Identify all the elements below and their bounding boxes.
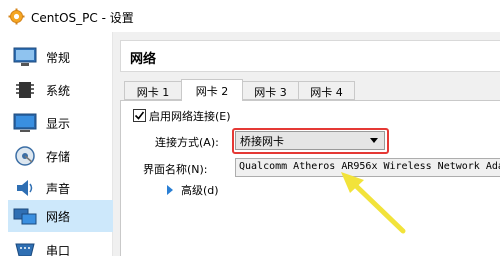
- serial-port-icon: [15, 243, 35, 256]
- section-header: 网络: [120, 40, 500, 72]
- enable-adapter-checkbox[interactable]: [133, 109, 146, 122]
- sidebar-item-network[interactable]: 网络: [8, 200, 113, 232]
- interface-name-value: Qualcomm Atheros AR956x Wireless Network…: [239, 161, 500, 172]
- highlight-box: [232, 128, 389, 154]
- sidebar-item-label: 存储: [46, 150, 71, 164]
- sidebar-item-serial-port[interactable]: 串口: [8, 234, 113, 256]
- sidebar-item-general[interactable]: 常规: [8, 41, 113, 73]
- tab-adapter-2[interactable]: 网卡 2: [181, 79, 243, 101]
- storage-icon: [15, 146, 35, 166]
- interface-name-select[interactable]: Qualcomm Atheros AR956x Wireless Network…: [235, 158, 500, 177]
- checkmark-icon: [134, 111, 145, 120]
- tab-adapter-1[interactable]: 网卡 1: [124, 81, 182, 100]
- enable-adapter-label[interactable]: 启用网络连接(E): [149, 108, 231, 124]
- tab-adapter-4[interactable]: 网卡 4: [298, 81, 355, 100]
- audio-icon: [17, 180, 33, 196]
- app-gear-icon: [8, 8, 25, 25]
- sidebar-item-display[interactable]: 显示: [8, 107, 113, 139]
- tab-adapter-3[interactable]: 网卡 3: [242, 81, 299, 100]
- title-bar: CentOS_PC - 设置: [0, 0, 500, 32]
- display-icon: [13, 113, 37, 132]
- expand-arrow-icon: [167, 185, 173, 195]
- network-icon: [13, 208, 37, 225]
- window-title: CentOS_PC - 设置: [31, 11, 134, 25]
- attached-to-label: 连接方式(A):: [155, 136, 219, 149]
- settings-sidebar: 常规 系统 显示 存储 声音 网络 串口: [0, 32, 113, 256]
- sidebar-item-label: 串口: [46, 244, 71, 256]
- interface-name-label: 界面名称(N):: [143, 163, 208, 176]
- general-icon: [13, 47, 37, 66]
- sidebar-item-label: 显示: [46, 117, 71, 131]
- tab-label: 网卡 4: [310, 86, 343, 99]
- page-title: 网络: [130, 52, 157, 67]
- sidebar-item-storage[interactable]: 存储: [8, 140, 113, 172]
- sidebar-item-label: 系统: [46, 84, 71, 98]
- advanced-label: 高级(d): [181, 184, 219, 197]
- sidebar-item-system[interactable]: 系统: [8, 74, 113, 106]
- sidebar-item-label: 常规: [46, 51, 71, 65]
- system-icon: [16, 82, 34, 98]
- tab-label: 网卡 2: [195, 85, 229, 98]
- sidebar-item-label: 声音: [46, 182, 71, 196]
- tab-label: 网卡 3: [254, 86, 287, 99]
- tab-label: 网卡 1: [136, 86, 170, 99]
- sidebar-item-label: 网络: [46, 210, 71, 224]
